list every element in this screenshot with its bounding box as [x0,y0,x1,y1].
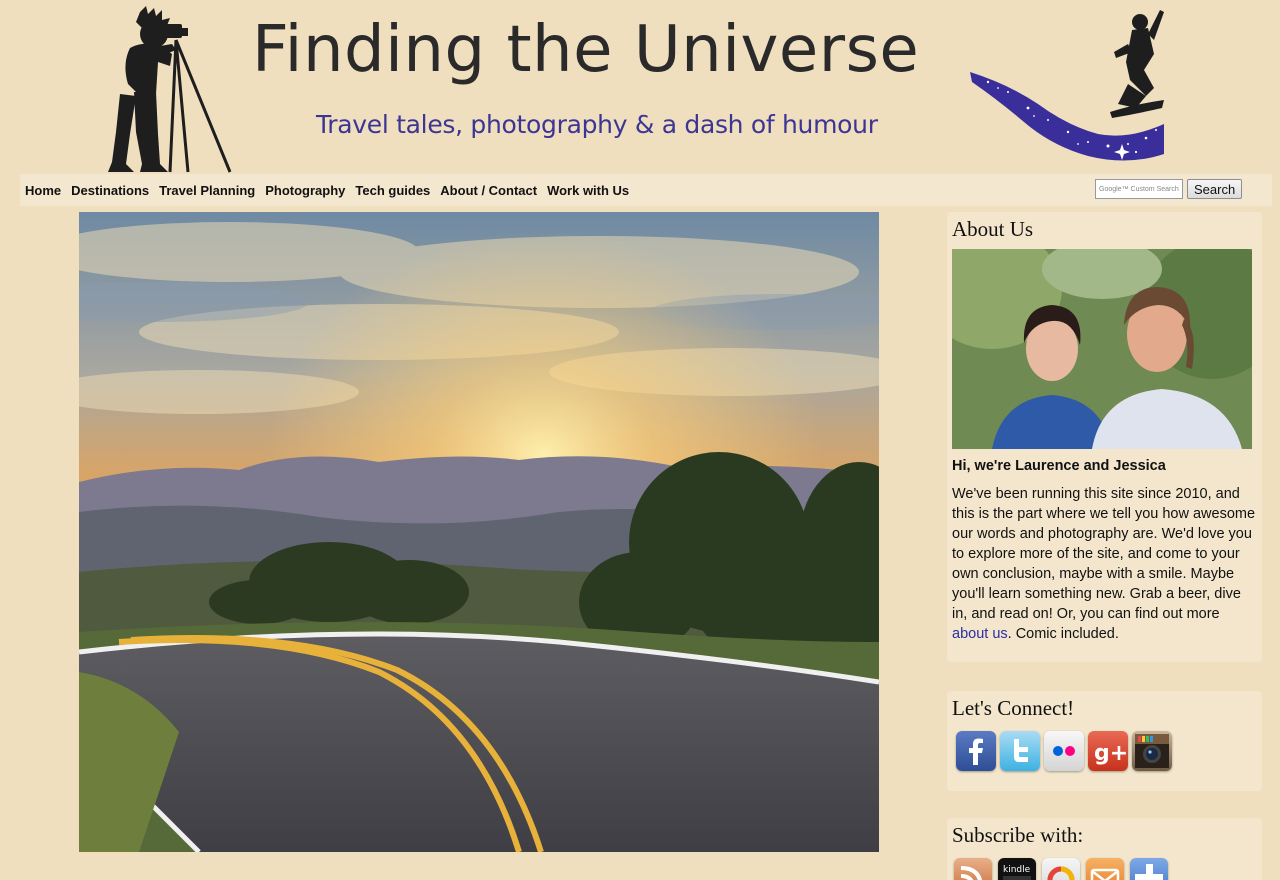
about-photo[interactable] [952,249,1252,449]
nav-item-destinations[interactable]: Destinations [71,183,149,198]
twitter-icon[interactable] [1000,731,1040,771]
subscribe-title: Subscribe with: [952,823,1084,847]
subscribe-widget: Subscribe with: kindle [947,818,1262,880]
svg-text:g+: g+ [1094,741,1128,766]
nav-item-tech-guides[interactable]: Tech guides [355,183,430,198]
nav-item-travel-planning[interactable]: Travel Planning [159,183,255,198]
facebook-icon[interactable] [956,731,996,771]
about-subtitle: Hi, we're Laurence and Jessica [952,458,1166,474]
search-form: Google™ Custom Search Search [1095,179,1243,199]
instagram-icon[interactable] [1132,731,1172,771]
plus-icon[interactable] [1130,858,1168,880]
site-title[interactable]: Finding the Universe [252,18,919,82]
sunset-road-image [79,212,879,852]
email-icon[interactable] [1086,858,1124,880]
about-title: About Us [952,217,1034,241]
search-button[interactable]: Search [1187,179,1243,199]
kindle-icon[interactable]: kindle [998,858,1036,880]
nav-item-work-with-us[interactable]: Work with Us [547,183,629,198]
flickr-icon[interactable] [1044,731,1084,771]
couple-photo-image [952,249,1252,449]
google-reader-icon[interactable] [1042,858,1080,880]
about-text-tail: . Comic included. [1007,626,1119,642]
about-text-body: We've been running this site since 2010,… [952,486,1256,622]
connect-title: Let's Connect! [952,696,1075,720]
starry-wave-surfer-icon [970,10,1164,161]
search-input[interactable]: Google™ Custom Search [1095,179,1183,199]
site-banner[interactable]: Finding the Universe Travel tales, photo… [0,0,1280,174]
site-tagline: Travel tales, photography & a dash of hu… [316,110,878,139]
kindle-label: kindle [1003,865,1031,875]
social-icons: g+ [956,731,1176,771]
main-navbar: Home Destinations Travel Planning Photog… [20,174,1272,206]
nav-item-photography[interactable]: Photography [265,183,345,198]
photographer-silhouette-icon [108,6,232,173]
about-widget: About Us Hi, we're Laurence and Jessica … [947,212,1262,662]
about-us-link[interactable]: about us [952,626,1008,642]
hero-image[interactable] [79,212,879,852]
about-text: We've been running this site since 2010,… [952,484,1257,644]
subscribe-icons: kindle [954,858,1174,880]
nav-item-about-contact[interactable]: About / Contact [440,183,537,198]
rss-icon[interactable] [954,858,992,880]
connect-widget: Let's Connect! g+ [947,691,1262,791]
google-plus-icon[interactable]: g+ [1088,731,1128,771]
nav-item-home[interactable]: Home [25,183,61,198]
